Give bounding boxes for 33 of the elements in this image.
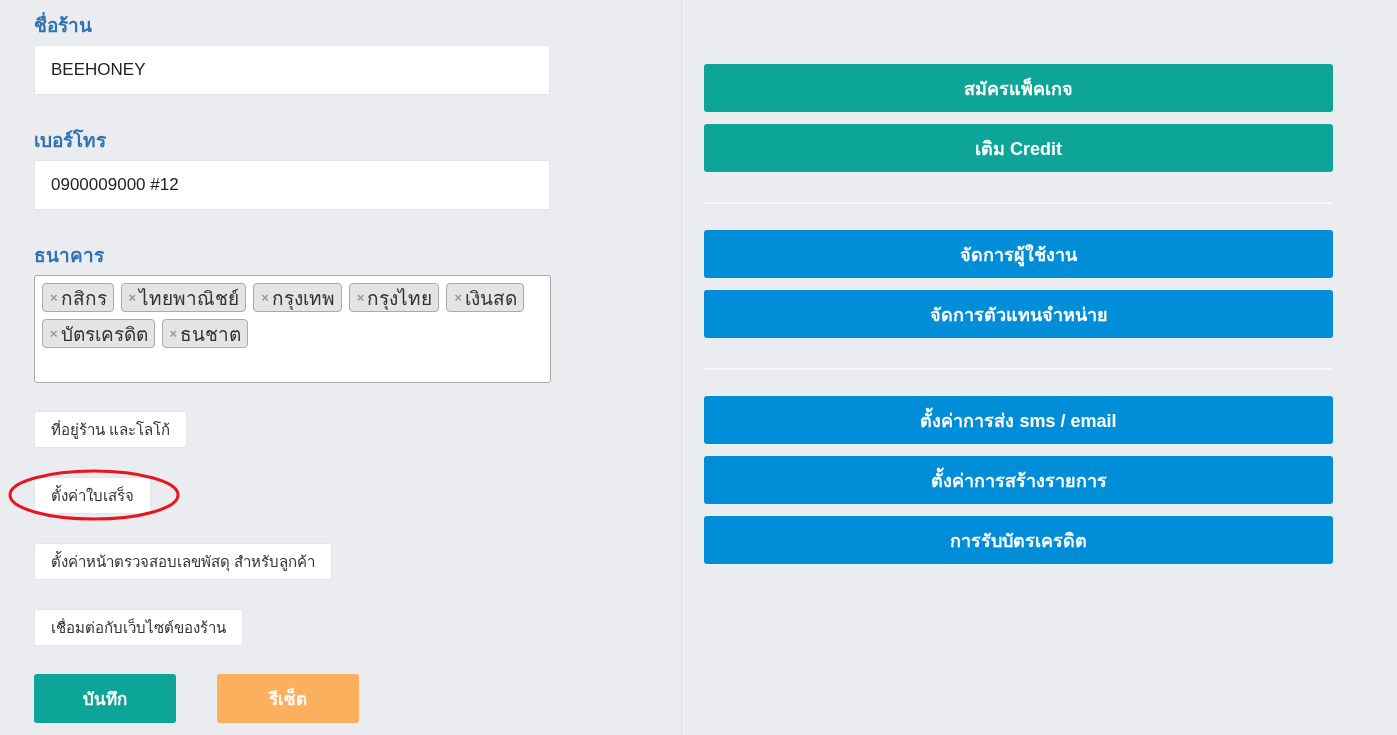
remove-tag-button[interactable]: × [356, 290, 365, 305]
menu-button[interactable]: สมัครแพ็คเกจ [704, 64, 1333, 112]
settings-button[interactable]: ตั้งค่าใบเสร็จ [34, 477, 151, 514]
text-input[interactable]: BEEHONEY [34, 45, 550, 95]
tag-label: กสิกร [60, 286, 107, 311]
menu-button[interactable]: จัดการผู้ใช้งาน [704, 230, 1333, 278]
tag-label: ไทยพาณิชย์ [139, 286, 240, 311]
tag-label: เงินสด [464, 286, 517, 311]
remove-tag-button[interactable]: × [128, 290, 137, 305]
tag-label: ธนชาต [180, 322, 242, 347]
remove-tag-button[interactable]: × [50, 290, 58, 305]
menu-button[interactable]: ตั้งค่าการส่ง sms / email [704, 396, 1333, 444]
tag-label: กรุงไทย [367, 286, 433, 312]
menu-button[interactable]: จัดการตัวแทนจำหน่าย [704, 290, 1333, 338]
save-button[interactable]: บันทึก [34, 674, 176, 723]
tag-label: กรุงเทพ [271, 286, 335, 312]
field-label: ธนาคาร [34, 244, 105, 266]
remove-tag-button[interactable]: × [50, 326, 58, 341]
settings-button[interactable]: ตั้งค่าหน้าตรวจสอบเลขพัสดุ สำหรับลูกค้า [34, 543, 333, 580]
settings-button[interactable]: ที่อยู่ร้าน และโลโก้ [34, 411, 188, 448]
field-label: เบอร์โทร [34, 128, 107, 151]
menu-button[interactable]: การรับบัตรเครดิต [704, 516, 1333, 564]
reset-button[interactable]: รีเซ็ต [217, 674, 359, 723]
menu-button[interactable]: ตั้งค่าการสร้างรายการ [704, 456, 1333, 504]
settings-button[interactable]: เชื่อมต่อกับเว็บไซต์ของร้าน [34, 609, 243, 646]
remove-tag-button[interactable]: × [261, 290, 269, 305]
text-input[interactable]: 0900009000 #12 [34, 160, 550, 210]
remove-tag-button[interactable]: × [454, 290, 462, 305]
multi-select-field[interactable]: ×กสิกร ×ไทยพาณิชย์ ×กรุงเทพ ×กรุงไทย ×เงินสด ×บัตรเครดิต ×ธนชาต [34, 275, 551, 383]
field-label: ชื่อร้าน [34, 10, 681, 36]
remove-tag-button[interactable]: × [169, 326, 178, 341]
menu-button[interactable]: เติม Credit [704, 124, 1333, 172]
tag-label: บัตรเครดิต [60, 322, 148, 347]
